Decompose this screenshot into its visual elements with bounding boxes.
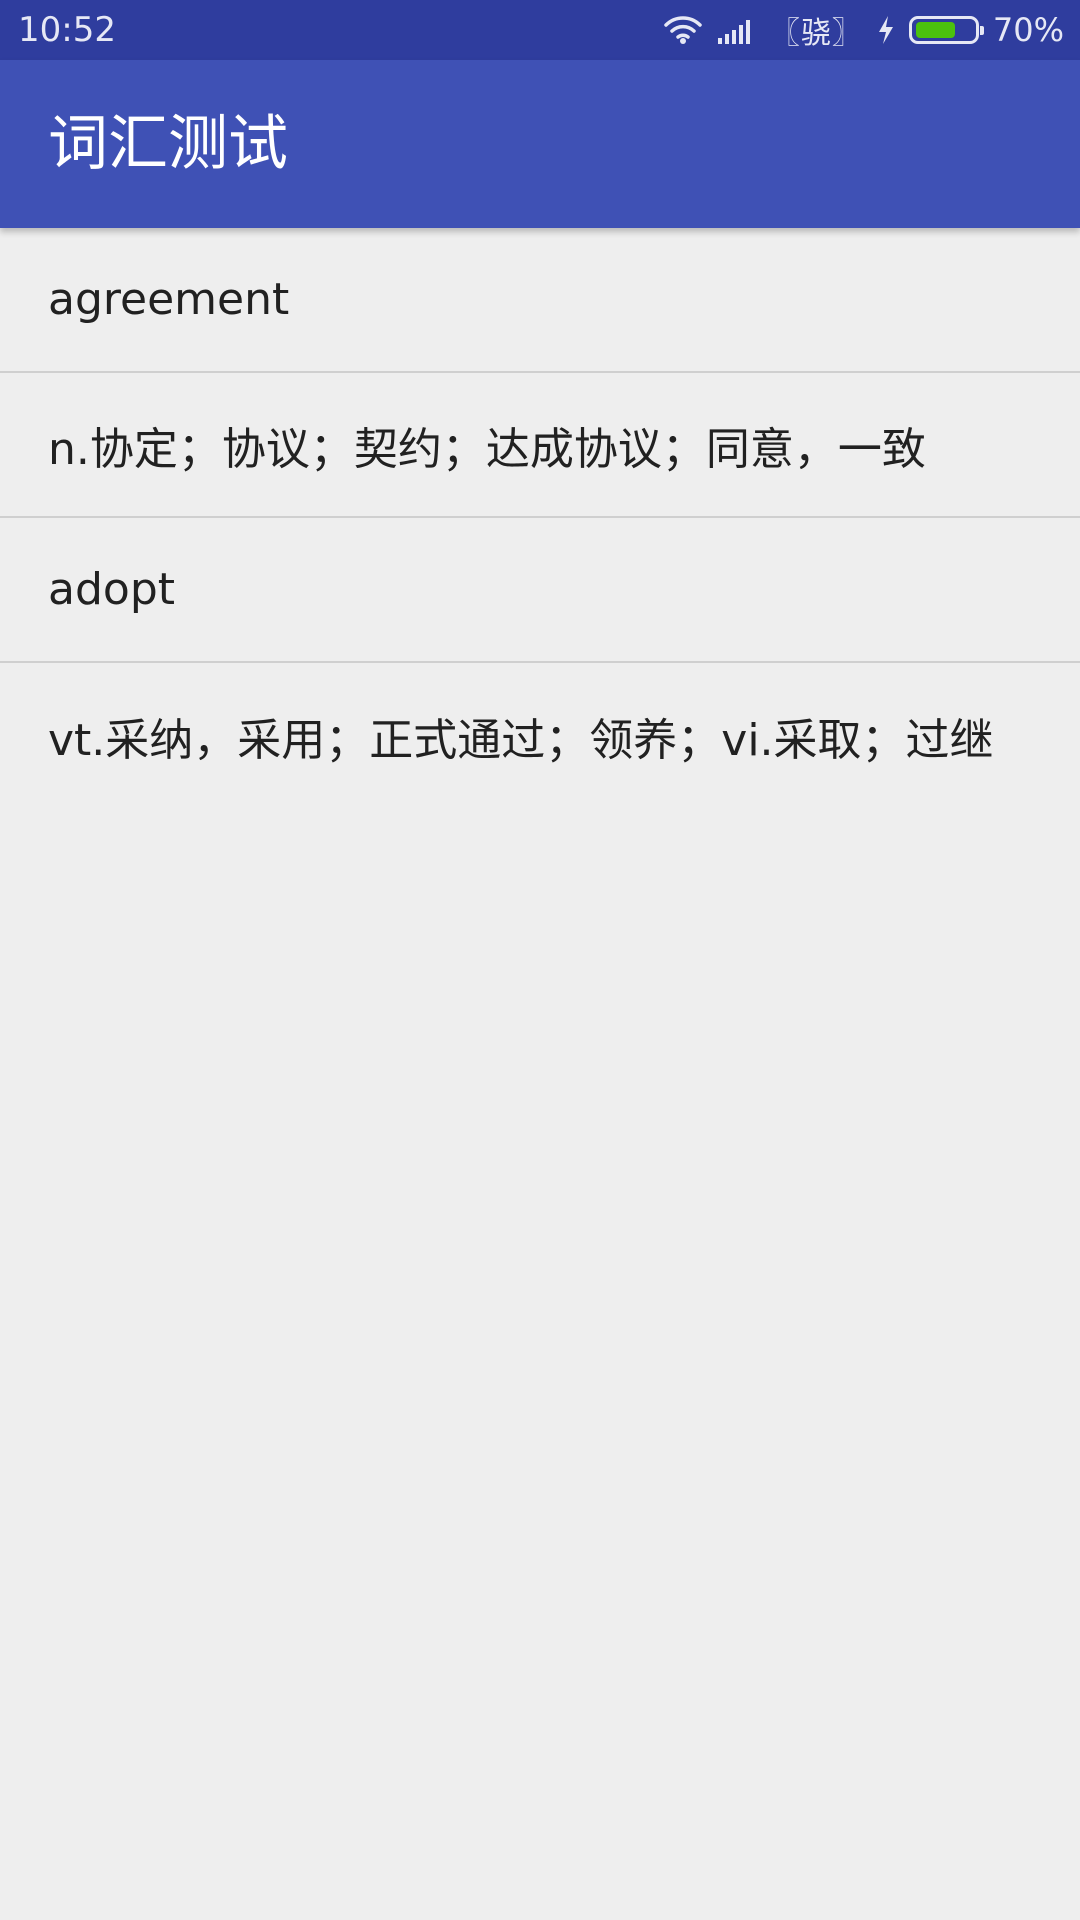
battery-level: [915, 22, 955, 38]
list-item-word-2[interactable]: adopt: [0, 518, 1080, 663]
charging-bolt-icon: [877, 15, 895, 45]
list-item-definition-2[interactable]: vt.采纳，采用；正式通过；领养；vi.采取；过继: [0, 663, 1080, 808]
list-item-word-1[interactable]: agreement: [0, 228, 1080, 373]
status-icons: 〖骁〗 70%: [664, 8, 1064, 52]
list-item-definition-1[interactable]: n.协定；协议；契约；达成协议；同意，一致: [0, 373, 1080, 518]
app-bar: 词汇测试: [0, 60, 1080, 228]
wifi-icon: [664, 16, 702, 44]
signal-icon: [716, 16, 756, 44]
word-list: agreement n.协定；协议；契约；达成协议；同意，一致 adopt vt…: [0, 228, 1080, 808]
battery-percent: 70%: [992, 11, 1064, 49]
status-time: 10:52: [18, 10, 116, 50]
battery-tip: [979, 26, 984, 35]
page-title: 词汇测试: [48, 109, 288, 179]
status-bar: 10:52 〖骁〗 70%: [0, 0, 1080, 60]
carrier-label: 〖骁〗: [769, 16, 863, 51]
battery-icon: [908, 16, 984, 44]
